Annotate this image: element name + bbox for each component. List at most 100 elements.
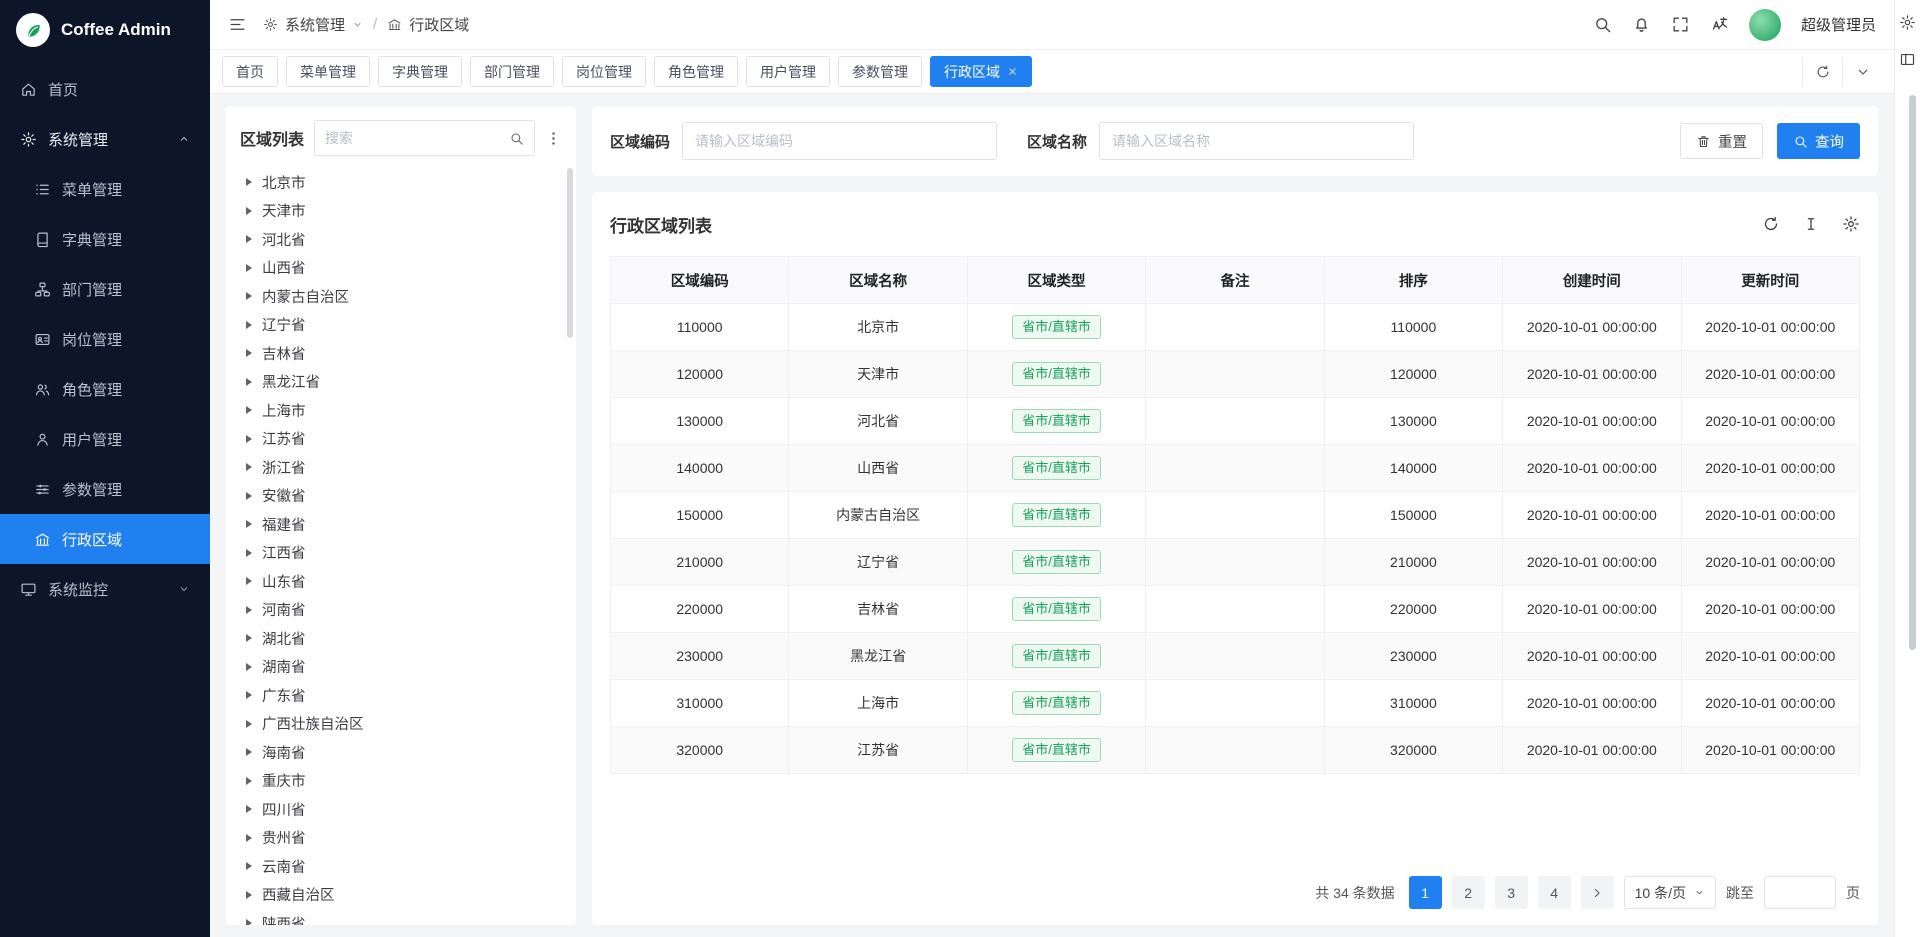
- username[interactable]: 超级管理员: [1801, 14, 1876, 35]
- fullscreen-button[interactable]: [1671, 15, 1690, 34]
- tree-item[interactable]: 北京市: [240, 168, 562, 197]
- region-tree-search-button[interactable]: [498, 121, 534, 155]
- tree-item[interactable]: 广西壮族自治区: [240, 710, 562, 739]
- sidebar-item-dept[interactable]: 部门管理: [0, 264, 210, 314]
- sidebar-item-role[interactable]: 角色管理: [0, 364, 210, 414]
- tree-item[interactable]: 西藏自治区: [240, 881, 562, 910]
- tree-item[interactable]: 四川省: [240, 795, 562, 824]
- table-row[interactable]: 320000江苏省省市/直辖市3200002020-10-01 00:00:00…: [611, 727, 1860, 774]
- tree-item[interactable]: 江苏省: [240, 425, 562, 454]
- tree-item[interactable]: 浙江省: [240, 453, 562, 482]
- theme-settings-button[interactable]: [1899, 14, 1916, 31]
- sidebar-item-home[interactable]: 首页: [0, 64, 210, 114]
- page-scrollbar[interactable]: [1909, 95, 1916, 650]
- collapse-sidebar-icon[interactable]: [228, 15, 247, 34]
- column-header[interactable]: 区域类型: [967, 257, 1145, 304]
- sidebar-item-dict[interactable]: 字典管理: [0, 214, 210, 264]
- table-refresh-button[interactable]: [1762, 215, 1780, 233]
- column-header[interactable]: 区域名称: [789, 257, 967, 304]
- avatar[interactable]: [1749, 9, 1781, 41]
- tree-item[interactable]: 重庆市: [240, 767, 562, 796]
- tree-item[interactable]: 黑龙江省: [240, 368, 562, 397]
- tree-item[interactable]: 福建省: [240, 510, 562, 539]
- tree-item[interactable]: 云南省: [240, 852, 562, 881]
- tree-item[interactable]: 海南省: [240, 738, 562, 767]
- sidebar-item-monitor[interactable]: 系统监控: [0, 564, 210, 614]
- table-row[interactable]: 120000天津市省市/直辖市1200002020-10-01 00:00:00…: [611, 351, 1860, 398]
- page-size-select[interactable]: 10 条/页: [1624, 876, 1716, 909]
- region-tree-search-input[interactable]: [315, 130, 498, 146]
- breadcrumb-item-region[interactable]: 行政区域: [409, 14, 469, 35]
- translate-button[interactable]: [1710, 15, 1729, 34]
- table-settings-button[interactable]: [1842, 215, 1860, 233]
- tree-item[interactable]: 辽宁省: [240, 311, 562, 340]
- tree-item[interactable]: 天津市: [240, 197, 562, 226]
- tree-item[interactable]: 山西省: [240, 254, 562, 283]
- tree-item[interactable]: 山东省: [240, 567, 562, 596]
- table-row[interactable]: 210000辽宁省省市/直辖市2100002020-10-01 00:00:00…: [611, 539, 1860, 586]
- column-header[interactable]: 创建时间: [1503, 257, 1681, 304]
- tree-item[interactable]: 广东省: [240, 681, 562, 710]
- tab-param[interactable]: 参数管理: [838, 56, 922, 87]
- next-page-button[interactable]: [1581, 876, 1614, 909]
- tab-user[interactable]: 用户管理: [746, 56, 830, 87]
- tree-scrollbar[interactable]: [567, 168, 573, 338]
- tabs-menu-button[interactable]: [1842, 58, 1882, 86]
- tab-post[interactable]: 岗位管理: [562, 56, 646, 87]
- region-name-input[interactable]: [1099, 122, 1414, 160]
- table-row[interactable]: 130000河北省省市/直辖市1300002020-10-01 00:00:00…: [611, 398, 1860, 445]
- tree-item[interactable]: 上海市: [240, 396, 562, 425]
- tab-region[interactable]: 行政区域: [930, 56, 1032, 87]
- column-header[interactable]: 备注: [1146, 257, 1324, 304]
- tree-item[interactable]: 内蒙古自治区: [240, 282, 562, 311]
- table-density-button[interactable]: [1802, 215, 1820, 233]
- reset-button[interactable]: 重置: [1680, 123, 1763, 159]
- cell-updated: 2020-10-01 00:00:00: [1681, 680, 1859, 727]
- column-header[interactable]: 排序: [1324, 257, 1502, 304]
- table-row[interactable]: 310000上海市省市/直辖市3100002020-10-01 00:00:00…: [611, 680, 1860, 727]
- tree-item[interactable]: 陕西省: [240, 909, 562, 925]
- app-logo[interactable]: Coffee Admin: [0, 0, 210, 60]
- tree-item[interactable]: 河南省: [240, 596, 562, 625]
- tree-item[interactable]: 河北省: [240, 225, 562, 254]
- tree-item[interactable]: 吉林省: [240, 339, 562, 368]
- sidebar-item-param[interactable]: 参数管理: [0, 464, 210, 514]
- query-button[interactable]: 查询: [1777, 123, 1860, 159]
- tab-dict[interactable]: 字典管理: [378, 56, 462, 87]
- tab-menu[interactable]: 菜单管理: [286, 56, 370, 87]
- tab-dept[interactable]: 部门管理: [470, 56, 554, 87]
- layout-toggle-button[interactable]: [1899, 51, 1916, 68]
- breadcrumb-item-system[interactable]: 系统管理: [285, 14, 345, 35]
- table-row[interactable]: 140000山西省省市/直辖市1400002020-10-01 00:00:00…: [611, 445, 1860, 492]
- tab-label: 岗位管理: [576, 62, 632, 82]
- table-row[interactable]: 230000黑龙江省省市/直辖市2300002020-10-01 00:00:0…: [611, 633, 1860, 680]
- tree-item[interactable]: 湖北省: [240, 624, 562, 653]
- column-header[interactable]: 区域编码: [611, 257, 789, 304]
- table-row[interactable]: 110000北京市省市/直辖市1100002020-10-01 00:00:00…: [611, 304, 1860, 351]
- tree-item[interactable]: 江西省: [240, 539, 562, 568]
- region-code-input[interactable]: [682, 122, 997, 160]
- sidebar-item-region[interactable]: 行政区域: [0, 514, 210, 564]
- tree-item[interactable]: 湖南省: [240, 653, 562, 682]
- jump-page-input[interactable]: [1764, 876, 1836, 909]
- close-icon[interactable]: [1007, 66, 1018, 77]
- table-row[interactable]: 150000内蒙古自治区省市/直辖市1500002020-10-01 00:00…: [611, 492, 1860, 539]
- tree-item[interactable]: 贵州省: [240, 824, 562, 853]
- sidebar-item-post[interactable]: 岗位管理: [0, 314, 210, 364]
- sidebar-item-system[interactable]: 系统管理: [0, 114, 210, 164]
- region-tree-more-button[interactable]: [545, 130, 562, 147]
- page-2-button[interactable]: 2: [1452, 876, 1485, 909]
- tab-role[interactable]: 角色管理: [654, 56, 738, 87]
- page-4-button[interactable]: 4: [1538, 876, 1571, 909]
- search-button[interactable]: [1593, 15, 1612, 34]
- refresh-tabs-button[interactable]: [1802, 58, 1842, 86]
- sidebar-item-menu[interactable]: 菜单管理: [0, 164, 210, 214]
- tab-home[interactable]: 首页: [222, 56, 278, 87]
- column-header[interactable]: 更新时间: [1681, 257, 1859, 304]
- table-row[interactable]: 220000吉林省省市/直辖市2200002020-10-01 00:00:00…: [611, 586, 1860, 633]
- sidebar-item-user[interactable]: 用户管理: [0, 414, 210, 464]
- tree-item[interactable]: 安徽省: [240, 482, 562, 511]
- page-1-button[interactable]: 1: [1409, 876, 1442, 909]
- notifications-button[interactable]: [1632, 15, 1651, 34]
- page-3-button[interactable]: 3: [1495, 876, 1528, 909]
